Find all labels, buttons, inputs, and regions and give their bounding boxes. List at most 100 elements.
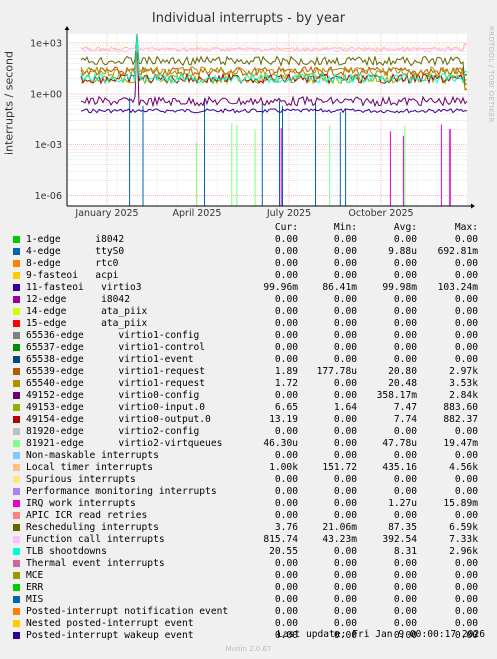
series-max: 883.60 [443, 402, 478, 413]
series-swatch [13, 428, 20, 435]
legend-row: 81920-edge virtio2-config 0.00 0.00 0.00 0.0… [12, 426, 482, 438]
series-name: IRQ work interrupts [26, 498, 136, 509]
series-avg: 8.31 [393, 546, 417, 557]
x-tick-label: July 2025 [266, 208, 311, 219]
legend-row: Local timer interrupts 1.00k 151.72 435.16 4… [12, 462, 482, 474]
series-max: 692.81m [437, 246, 478, 257]
series-name: 81921-edge virtio2-virtqueues [26, 438, 223, 449]
series-swatch [13, 452, 20, 459]
series-avg: 0.00 [393, 618, 417, 629]
series-name: Function call interrupts [26, 534, 165, 545]
series-avg: 0.00 [393, 258, 417, 269]
series-swatch [13, 584, 20, 591]
series-avg: 0.00 [393, 294, 417, 305]
series-avg: 0.00 [393, 354, 417, 365]
legend-row: 65539-edge virtio1-request 1.89 177.78u 20.… [12, 366, 482, 378]
legend-row: Thermal event interrupts 0.00 0.00 0.00 0.00 [12, 558, 482, 570]
chart-plot: 1e-06 1e-03 1e+00 1e+03 January 2025 April 20… [30, 26, 475, 219]
series-max: 0.00 [454, 258, 478, 269]
series-name: Posted-interrupt wakeup event [26, 630, 194, 641]
series-max: 3.53k [449, 378, 478, 389]
series-max: 0.00 [454, 330, 478, 341]
series-name: Spurious interrupts [26, 474, 136, 485]
y-tick-label: 1e+00 [30, 90, 62, 101]
legend-row: ERR 0.00 0.00 0.00 0.00 [12, 582, 482, 594]
series-max: 2.84k [449, 390, 478, 401]
y-tick-label: 1e+03 [30, 39, 62, 50]
y-axis-arrow [64, 26, 70, 30]
legend-row: APIC ICR read retries 0.00 0.00 0.00 0.00 [12, 510, 482, 522]
series-max: 0.00 [454, 618, 478, 629]
series-avg: 7.74 [393, 414, 417, 425]
series-avg: 20.48 [388, 378, 417, 389]
series-max: 0.00 [454, 318, 478, 329]
series-name: 12-edge i8042 [26, 294, 130, 305]
series-max: 7.33k [449, 534, 478, 545]
series-name: Non-maskable interrupts [26, 450, 159, 461]
series-name: 49153-edge virtio0-input.0 [26, 402, 206, 413]
legend-row: 49152-edge virtio0-config 0.00 0.00 358.17m… [12, 390, 482, 402]
series-name: MIS [26, 594, 44, 605]
series-name: MCE [26, 570, 44, 581]
series-avg: 0.00 [393, 582, 417, 593]
series-name: 65536-edge virtio1-config [26, 330, 200, 341]
series-max: 103.24m [437, 282, 478, 293]
series-max: 6.59k [449, 522, 478, 533]
series-name: 15-edge ata_piix [26, 318, 148, 329]
series-max: 0.00 [454, 426, 478, 437]
legend-row: 81921-edge virtio2-virtqueues 46.30u 0.00 4… [12, 438, 482, 450]
series-max: 0.00 [454, 354, 478, 365]
series-max: 15.89m [443, 498, 478, 509]
legend-row: 65536-edge virtio1-config 0.00 0.00 0.00 0.0… [12, 330, 482, 342]
legend-row: 65537-edge virtio1-control 0.00 0.00 0.00 0.… [12, 342, 482, 354]
series-swatch [13, 272, 20, 279]
series-avg: 99.98m [382, 282, 417, 293]
series-name: 14-edge ata_piix [26, 306, 148, 317]
series-swatch [13, 476, 20, 483]
series-swatch [13, 560, 20, 567]
series-name: Local timer interrupts [26, 462, 154, 473]
legend-row: 9-fasteoi acpi 0.00 0.00 0.00 0.00 [12, 270, 482, 282]
series-avg: 9.88u [388, 246, 417, 257]
legend-row: Rescheduling interrupts 3.76 21.06m 87.35 6.… [12, 522, 482, 534]
series-name: 1-edge i8042 [26, 234, 125, 245]
series-name: 4-edge ttyS0 [26, 246, 125, 257]
series-name: 65540-edge virtio1-request [26, 378, 206, 389]
series-avg: 0.00 [393, 558, 417, 569]
series-max: 0.00 [454, 558, 478, 569]
series-swatch [13, 356, 20, 363]
series-swatch [13, 512, 20, 519]
series-avg: 0.00 [393, 234, 417, 245]
series-name: 81920-edge virtio2-config [26, 426, 200, 437]
series-max: 0.00 [454, 306, 478, 317]
y-tick-label: 1e-03 [35, 140, 62, 151]
series-avg: 20.80 [388, 366, 417, 377]
series-avg: 0.00 [393, 474, 417, 485]
series-swatch [13, 620, 20, 627]
series-avg: 0.00 [393, 342, 417, 353]
legend-row: 4-edge ttyS0 0.00 0.00 9.88u 692.81m [12, 246, 482, 258]
legend-row: IRQ work interrupts 0.00 0.00 1.27u 15.89m [12, 498, 482, 510]
series-swatch [13, 368, 20, 375]
series-name: 65539-edge virtio1-request [26, 366, 206, 377]
series-max: 0.00 [454, 582, 478, 593]
series-max: 0.00 [454, 474, 478, 485]
x-tick-label: April 2025 [173, 208, 222, 219]
series-name: 49152-edge virtio0-config [26, 390, 200, 401]
series-name: Nested posted-interrupt event [26, 618, 194, 629]
series-name: APIC ICR read retries [26, 510, 148, 521]
legend-row: 12-edge i8042 0.00 0.00 0.00 0.00 [12, 294, 482, 306]
series-max: 0.00 [454, 486, 478, 497]
series-name: Rescheduling interrupts [26, 522, 159, 533]
series-max: 0.00 [454, 342, 478, 353]
series-swatch [13, 248, 20, 255]
series-avg: 87.35 [388, 522, 417, 533]
series-name: Performance monitoring interrupts [26, 486, 217, 497]
series-name: 65538-edge virtio1-event [26, 354, 194, 365]
x-tick-label: October 2025 [348, 208, 413, 219]
series-swatch [13, 404, 20, 411]
x-axis-arrow [471, 203, 475, 209]
legend-header: Cur: Min: Avg: Max: [12, 222, 482, 234]
series-max: 0.00 [454, 594, 478, 605]
series-swatch [13, 320, 20, 327]
